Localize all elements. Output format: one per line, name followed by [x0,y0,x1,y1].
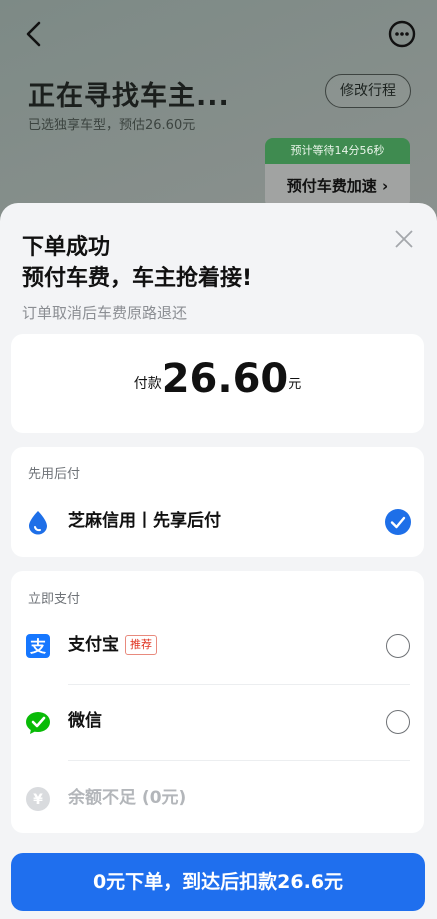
option-label: 余额不足 (0元) [68,788,187,808]
option-label: 芝麻信用丨先享后付 [68,511,221,531]
payment-option-alipay[interactable]: 支 支付宝 推荐 [11,615,424,675]
sesame-credit-icon [29,511,47,535]
payment-unit: 元 [288,377,302,392]
payment-option-sesame[interactable]: 芝麻信用丨先享后付 [11,491,424,551]
payment-label: 付款 [133,376,162,392]
svg-text:¥: ¥ [33,792,43,808]
pay-now-card: 立即支付 支 支付宝 推荐 微信 ¥ 余额不足 (0元) [11,571,424,833]
pay-later-section-title: 先用后付 [28,467,81,482]
payment-option-balance: ¥ 余额不足 (0元) [11,768,424,828]
option-label: 微信 [68,711,102,731]
back-arrow-icon[interactable] [22,20,46,48]
checkmark-icon [390,516,406,529]
wait-time-tag: 预计等待14分56秒 [265,138,410,164]
estimate-subtitle: 已选独享车型，预估26.60元 [28,118,196,133]
wechat-icon [26,712,50,734]
close-icon[interactable] [393,228,415,250]
sheet-title: 下单成功 [22,235,111,260]
payment-bottom-sheet: 下单成功 预付车费，车主抢着接! 订单取消后车费原路退还 付款26.60元 先用… [0,203,437,919]
unchecked-radio[interactable] [386,710,410,734]
submit-order-button[interactable]: 0元下单，到达后扣款26.6元 [11,853,425,911]
message-bubble-icon[interactable] [387,19,417,49]
checked-radio[interactable] [385,509,411,535]
divider [68,684,410,685]
pay-now-section-title: 立即支付 [28,592,81,607]
divider [68,760,410,761]
alipay-icon: 支 [26,634,50,658]
option-label: 支付宝 [68,635,119,655]
pay-later-card: 先用后付 芝麻信用丨先享后付 [11,447,424,557]
edit-trip-button[interactable]: 修改行程 [325,74,411,108]
searching-title: 正在寻找车主... [28,81,230,112]
balance-yen-icon: ¥ [26,787,50,811]
recommend-badge: 推荐 [125,635,157,655]
payment-amount-card: 付款26.60元 [11,334,424,433]
sheet-subtitle: 预付车费，车主抢着接! [22,266,253,291]
unchecked-radio[interactable] [386,634,410,658]
payment-amount: 26.60 [161,356,289,402]
prepay-speedup-button[interactable]: 预付车费加速 › [265,164,410,208]
refund-note: 订单取消后车费原路退还 [22,304,188,322]
payment-option-wechat[interactable]: 微信 [11,691,424,751]
svg-text:支: 支 [29,637,47,656]
